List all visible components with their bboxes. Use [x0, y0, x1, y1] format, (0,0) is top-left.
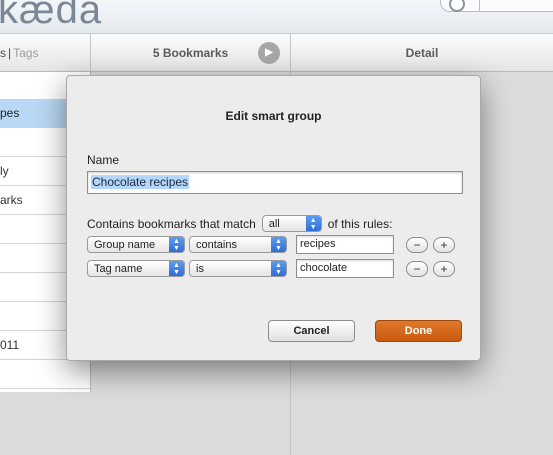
remove-rule-button[interactable]: −	[406, 260, 428, 277]
rule-row: Group name ▲ ▼ contains ▲ ▼ recipes − +	[87, 235, 455, 254]
match-row: Contains bookmarks that match all ▲ ▼ of …	[87, 215, 392, 232]
tab-separator: |	[8, 45, 12, 60]
add-rule-button[interactable]: +	[433, 236, 455, 253]
divider	[479, 0, 480, 11]
list-item[interactable]	[0, 360, 90, 389]
updown-arrows-icon: ▲ ▼	[169, 237, 184, 252]
bookmarks-count: 5 Bookmarks	[152, 45, 229, 60]
rule-field-value: Tag name	[94, 262, 143, 275]
rule-value-field[interactable]: chocolate	[296, 259, 394, 278]
bookmarks-header: 5 Bookmarks ▶	[91, 33, 291, 72]
tab-tags[interactable]: Tags	[13, 46, 38, 60]
rule-operator-select[interactable]: is ▲ ▼	[189, 260, 287, 277]
updown-arrows-icon: ▲ ▼	[305, 216, 321, 231]
cancel-button[interactable]: Cancel	[268, 320, 355, 342]
tab-groups[interactable]: s	[0, 46, 6, 60]
updown-arrows-icon: ▲ ▼	[271, 261, 286, 276]
rule-field-select[interactable]: Tag name ▲ ▼	[87, 260, 185, 277]
search-icon	[449, 0, 465, 12]
tabs-header: s | Tags	[0, 33, 91, 72]
updown-arrows-icon: ▲ ▼	[271, 237, 286, 252]
rule-operator-select[interactable]: contains ▲ ▼	[189, 236, 287, 253]
search-field[interactable]	[440, 0, 553, 12]
name-field[interactable]: Chocolate recipes	[87, 171, 463, 194]
rule-field-value: Group name	[94, 238, 156, 251]
rule-value-field[interactable]: recipes	[296, 235, 394, 254]
name-label: Name	[87, 153, 120, 167]
toolbar: kæda	[0, 0, 553, 33]
rule-operator-value: contains	[196, 238, 237, 251]
match-mode-select[interactable]: all ▲ ▼	[261, 215, 322, 232]
dialog-title: Edit smart group	[225, 109, 322, 123]
rule-row: Tag name ▲ ▼ is ▲ ▼ chocolate − +	[87, 259, 455, 278]
detail-header: Detail	[291, 33, 553, 72]
match-suffix-label: of this rules:	[327, 216, 393, 231]
match-prefix-label: Contains bookmarks that match	[87, 216, 256, 231]
match-mode-value: all	[268, 217, 280, 230]
rule-field-select[interactable]: Group name ▲ ▼	[87, 236, 185, 253]
forward-arrow-icon[interactable]: ▶	[258, 42, 280, 64]
add-rule-button[interactable]: +	[433, 260, 455, 277]
remove-rule-button[interactable]: −	[406, 236, 428, 253]
edit-smart-group-dialog: Edit smart group Name Chocolate recipes …	[66, 75, 481, 361]
rule-operator-value: is	[196, 262, 204, 275]
groups-pane-footer	[0, 392, 91, 455]
app-title: kæda	[0, 0, 103, 32]
name-field-value: Chocolate recipes	[91, 175, 190, 189]
done-button[interactable]: Done	[375, 320, 462, 342]
updown-arrows-icon: ▲ ▼	[169, 261, 184, 276]
detail-title: Detail	[405, 45, 439, 60]
